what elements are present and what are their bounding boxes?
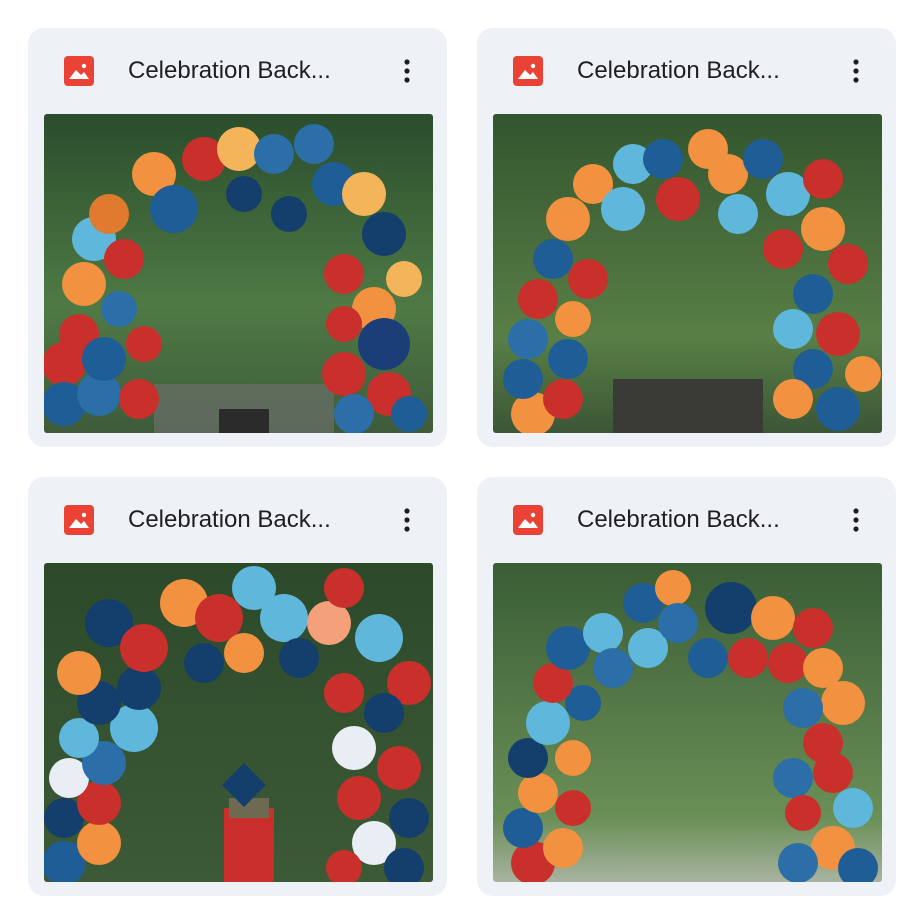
file-card-header: Celebration Back... (28, 28, 447, 114)
image-file-icon (513, 56, 543, 86)
file-card[interactable]: Celebration Back... (28, 477, 447, 896)
more-vert-icon[interactable] (389, 501, 425, 539)
file-thumbnail[interactable] (44, 563, 433, 882)
more-vert-icon[interactable] (389, 52, 425, 90)
balloon-arch-image (44, 114, 433, 433)
file-thumbnail[interactable] (44, 114, 433, 433)
image-file-icon (64, 505, 94, 535)
file-card-header: Celebration Back... (477, 477, 896, 563)
more-vert-icon[interactable] (838, 501, 874, 539)
image-file-icon (513, 505, 543, 535)
more-vert-icon[interactable] (838, 52, 874, 90)
file-thumbnail[interactable] (493, 563, 882, 882)
file-card[interactable]: Celebration Back... (28, 28, 447, 447)
balloon-arch-image (493, 563, 882, 882)
file-name[interactable]: Celebration Back... (128, 54, 368, 88)
balloon-arch-image (493, 114, 882, 433)
file-card[interactable]: Celebration Back... (477, 28, 896, 447)
file-card[interactable]: Celebration Back... (477, 477, 896, 896)
file-name[interactable]: Celebration Back... (128, 503, 368, 537)
file-name[interactable]: Celebration Back... (577, 503, 817, 537)
file-name[interactable]: Celebration Back... (577, 54, 817, 88)
image-file-icon (64, 56, 94, 86)
balloon-arch-image (44, 563, 433, 882)
file-card-header: Celebration Back... (477, 28, 896, 114)
file-card-header: Celebration Back... (28, 477, 447, 563)
file-thumbnail[interactable] (493, 114, 882, 433)
